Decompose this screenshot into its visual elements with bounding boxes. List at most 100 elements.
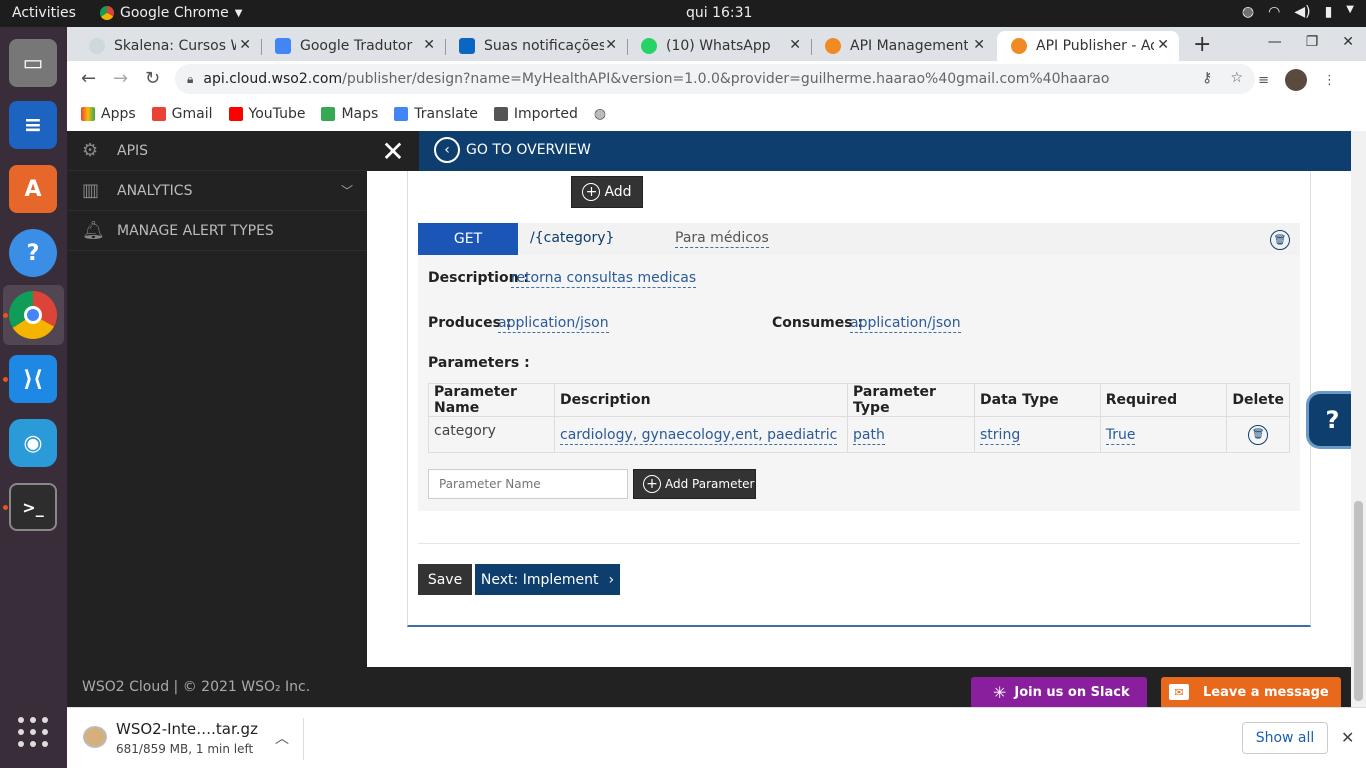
vpn-icon[interactable]: ◉: [9, 419, 57, 467]
close-icon: ✕: [381, 134, 405, 168]
bookmark-star-icon[interactable]: ☆: [1230, 70, 1243, 86]
close-icon[interactable]: ✕: [423, 37, 435, 53]
save-button[interactable]: Save: [418, 564, 472, 595]
resource-details: Description : retorna consultas medicas …: [418, 255, 1300, 511]
show-apps-icon[interactable]: [18, 717, 48, 747]
close-icon[interactable]: ✕: [1157, 37, 1169, 53]
close-window-icon[interactable]: ✕: [1342, 34, 1354, 50]
column-header: Description: [553, 383, 849, 417]
files-icon[interactable]: ▭: [9, 39, 57, 87]
tab-api-publisher[interactable]: API Publisher - Ad ✕: [997, 31, 1179, 61]
slack-label: Join us on Slack: [1014, 684, 1130, 700]
bookmark-apps[interactable]: Apps: [81, 106, 136, 122]
bookmark-label: YouTube: [248, 106, 306, 122]
bookmark-maps[interactable]: Maps: [321, 106, 378, 122]
leave-message-button[interactable]: ✉ Leave a message: [1161, 677, 1341, 707]
next-implement-button[interactable]: Next: Implement ›: [475, 564, 620, 595]
divider: [418, 543, 1300, 544]
join-slack-button[interactable]: ✳ Join us on Slack: [971, 677, 1147, 707]
go-to-overview-label: GO TO OVERVIEW: [466, 142, 591, 158]
download-shelf: WSO2-Inte….tar.gz 681/859 MB, 1 min left…: [67, 707, 1366, 768]
resource-summary[interactable]: Para médicos: [675, 230, 769, 248]
bookmark-label: Translate: [414, 106, 478, 122]
close-icon[interactable]: ✕: [239, 37, 251, 53]
param-type-cell[interactable]: path: [847, 416, 976, 453]
reload-icon[interactable]: ↻: [145, 68, 160, 89]
tab-whatsapp[interactable]: (10) WhatsApp ✕: [627, 31, 812, 61]
sidebar-item-apis[interactable]: ⚙ APIS: [67, 131, 367, 171]
tab-api-management[interactable]: API Management ✕: [811, 31, 995, 61]
help-icon[interactable]: ?: [9, 229, 57, 277]
sidebar: ⚙ APIS ▥ ANALYTICS ﹀ 🔔︎ MANAGE ALERT TYP…: [67, 131, 367, 694]
param-data-type-cell[interactable]: string: [974, 416, 1101, 453]
software-center-icon[interactable]: A: [9, 165, 57, 213]
bookmark-youtube[interactable]: YouTube: [228, 106, 306, 122]
add-parameter-button[interactable]: + Add Parameter: [633, 469, 756, 499]
chevron-down-icon: ﹀: [340, 184, 353, 198]
go-to-overview-link[interactable]: ‹ GO TO OVERVIEW: [434, 137, 591, 163]
forward-icon[interactable]: →: [113, 68, 128, 89]
tab-label: Suas notificações: [484, 38, 604, 54]
bell-icon: 🔔︎: [82, 220, 105, 241]
close-icon[interactable]: ✕: [789, 37, 801, 53]
minimize-icon[interactable]: —: [1268, 34, 1282, 50]
param-delete-cell: 🗑︎: [1226, 416, 1290, 453]
column-header: Data Type: [974, 383, 1101, 417]
trash-icon[interactable]: 🗑︎: [1248, 424, 1269, 445]
param-name-cell: category: [428, 416, 555, 453]
trash-icon[interactable]: 🗑︎: [1270, 230, 1290, 250]
parameter-name-input[interactable]: [428, 469, 628, 499]
chevron-up-icon[interactable]: ︿: [275, 728, 289, 748]
page-scrollbar[interactable]: [1351, 131, 1366, 707]
translate-icon: [275, 38, 291, 54]
scrollbar-thumb[interactable]: [1354, 501, 1363, 701]
maximize-icon[interactable]: ❐: [1306, 34, 1319, 50]
tab-strip: Skalena: Cursos W ✕ Google Tradutor ✕ Su…: [67, 27, 1366, 61]
param-required-cell[interactable]: True: [1099, 416, 1228, 453]
close-icon[interactable]: ✕: [1341, 728, 1354, 747]
produces-value[interactable]: application/json: [498, 315, 609, 333]
resource-path: /{category}: [530, 230, 615, 246]
resource-row[interactable]: GET /{category} Para médicos 🗑︎: [418, 223, 1300, 255]
terminal-icon[interactable]: >_: [9, 483, 57, 531]
vscode-icon[interactable]: ⟩⟨: [9, 355, 57, 403]
clock[interactable]: qui 16:31: [686, 5, 752, 21]
media-control-icon[interactable]: ≡: [1258, 73, 1269, 88]
apps-grid-icon: [81, 107, 95, 121]
add-resource-button[interactable]: + Add: [571, 176, 643, 208]
chrome-icon[interactable]: [9, 291, 57, 339]
bookmark-globe[interactable]: ◍: [594, 106, 606, 122]
close-icon[interactable]: ✕: [973, 37, 985, 53]
column-header: Parameter Type: [847, 383, 976, 417]
sidebar-item-manage-alert-types[interactable]: 🔔︎ MANAGE ALERT TYPES: [67, 211, 367, 251]
key-icon[interactable]: ⚷: [1202, 70, 1212, 86]
address-bar[interactable]: 🔒︎ api.cloud.wso2.com/publisher/design?n…: [175, 64, 1255, 94]
writer-icon[interactable]: ≡: [9, 101, 57, 149]
menu-icon[interactable]: ⋮: [1323, 73, 1336, 88]
browser-window: Skalena: Cursos W ✕ Google Tradutor ✕ Su…: [67, 27, 1366, 768]
close-icon[interactable]: ✕: [605, 37, 617, 53]
wifi-icon: ◠: [1268, 4, 1281, 20]
tab-skalena[interactable]: Skalena: Cursos W ✕: [75, 31, 262, 61]
back-icon[interactable]: ←: [81, 68, 96, 89]
show-all-button[interactable]: Show all: [1242, 722, 1328, 754]
tab-google-tradutor[interactable]: Google Tradutor ✕: [261, 31, 446, 61]
consumes-value[interactable]: application/json: [850, 315, 961, 333]
http-method-badge: GET: [418, 223, 518, 255]
bookmark-imported[interactable]: Imported: [493, 106, 578, 122]
system-tray[interactable]: ◍ ◠ ◀) ▮ ▼: [1242, 4, 1354, 20]
sidebar-item-analytics[interactable]: ▥ ANALYTICS ﹀: [67, 171, 367, 211]
new-tab-button[interactable]: +: [1193, 32, 1211, 57]
download-item[interactable]: WSO2-Inte….tar.gz 681/859 MB, 1 min left…: [81, 718, 303, 760]
help-button[interactable]: ?: [1306, 391, 1356, 449]
param-required-value: True: [1105, 426, 1136, 445]
activities-button[interactable]: Activities: [12, 5, 76, 21]
description-value[interactable]: retorna consultas medicas: [511, 270, 697, 288]
bookmark-translate[interactable]: Translate: [394, 106, 478, 122]
close-panel-button[interactable]: ✕: [367, 131, 419, 171]
avatar[interactable]: [1285, 69, 1307, 91]
tab-linkedin[interactable]: Suas notificações ✕: [445, 31, 628, 61]
param-description-cell[interactable]: cardiology, gynaecology,ent, paediatric: [553, 416, 849, 453]
app-menu[interactable]: Google Chrome ▼: [100, 5, 242, 21]
bookmark-gmail[interactable]: Gmail: [151, 106, 213, 122]
